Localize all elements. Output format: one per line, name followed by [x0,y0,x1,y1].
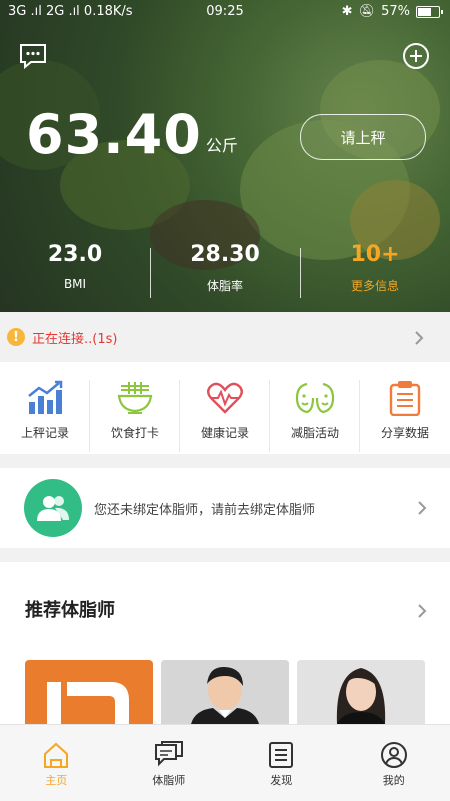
tab-label: 体脂师 [152,772,185,788]
weight-unit: 公斤 [206,132,238,156]
quick-action-health-records[interactable]: 健康记录 [180,362,270,454]
tab-label: 发现 [270,772,292,788]
quick-action-label: 上秤记录 [21,424,69,441]
coach-card-logo[interactable] [25,660,153,724]
weigh-button[interactable]: 请上秤 [300,114,426,160]
status-bar: 3G .ıl 2G .ıl 0.18K/s 09:25 ✱ 🔕︎ 57% [0,0,450,24]
weight-display: 63.40 公斤 [26,108,238,162]
stat-bmi[interactable]: 23.0 BMI [0,240,150,300]
tab-home[interactable]: 主页 [0,725,113,801]
chat-icon [154,741,184,769]
stat-more-info[interactable]: 10+ 更多信息 [300,240,450,300]
tab-coach[interactable]: 体脂师 [113,725,226,801]
stat-value: 28.30 [150,242,300,267]
coach-card-photo[interactable] [161,660,289,724]
bottom-tab-bar: 主页 体脂师 发现 我的 [0,724,450,801]
bind-coach-row[interactable]: 您还未绑定体脂师，请前去绑定体脂师 [0,468,450,548]
tab-label: 主页 [45,772,67,788]
add-icon[interactable] [402,42,430,74]
heart-pulse-icon [205,380,245,416]
divider [150,248,151,298]
stats-row: 23.0 BMI 28.30 体脂率 10+ 更多信息 [0,240,450,300]
quick-action-label: 饮食打卡 [111,424,159,441]
weight-value: 63.40 [26,108,202,162]
bowl-icon [115,380,155,416]
quick-action-label: 健康记录 [201,424,249,441]
quick-action-weigh-records[interactable]: 上秤记录 [0,362,90,454]
quick-action-label: 分享数据 [381,424,429,441]
coach-card-photo[interactable] [297,660,425,724]
section-title: 推荐体脂师 [25,596,115,622]
coach-photo [161,660,289,724]
quick-actions: 上秤记录 饮食打卡 健康记录 减脂活动 [0,362,450,454]
stat-body-fat[interactable]: 28.30 体脂率 [150,240,300,300]
stat-label: 更多信息 [300,277,450,294]
bind-coach-text: 您还未绑定体脂师，请前去绑定体脂师 [94,499,315,518]
coach-avatar-icon [24,479,82,537]
stat-label: BMI [0,277,150,291]
divider [300,248,301,298]
clipboard-icon [385,380,425,416]
stat-value: 23.0 [0,242,150,267]
stat-label: 体脂率 [150,277,300,294]
quick-action-diet[interactable]: 饮食打卡 [90,362,180,454]
user-icon [380,741,408,769]
quick-action-label: 减脂活动 [291,424,339,441]
tab-label: 我的 [383,772,405,788]
quick-action-fat-loss[interactable]: 减脂活动 [270,362,360,454]
battery-icon [416,6,440,18]
battery-percent: 57% [381,4,410,19]
message-icon[interactable] [18,42,48,74]
bluetooth-icon: ✱ [342,4,353,19]
tab-discover[interactable]: 发现 [225,725,338,801]
quick-action-share[interactable]: 分享数据 [360,362,450,454]
chevron-right-icon[interactable] [417,603,427,619]
chevron-right-icon [414,330,424,346]
bell-icon: 🔕︎ [359,4,376,19]
connection-text: 正在连接..(1s) [32,328,117,347]
brand-logo-icon [25,660,153,724]
warning-icon: ! [7,328,25,346]
list-icon [267,741,295,769]
coach-photo [297,660,425,724]
faces-icon [293,380,337,416]
stat-value: 10+ [300,242,450,267]
home-icon [42,741,70,769]
chevron-right-icon [417,500,427,516]
tab-mine[interactable]: 我的 [338,725,450,801]
connection-bar[interactable]: ! 正在连接..(1s) [0,313,450,361]
bar-chart-icon [25,380,65,416]
